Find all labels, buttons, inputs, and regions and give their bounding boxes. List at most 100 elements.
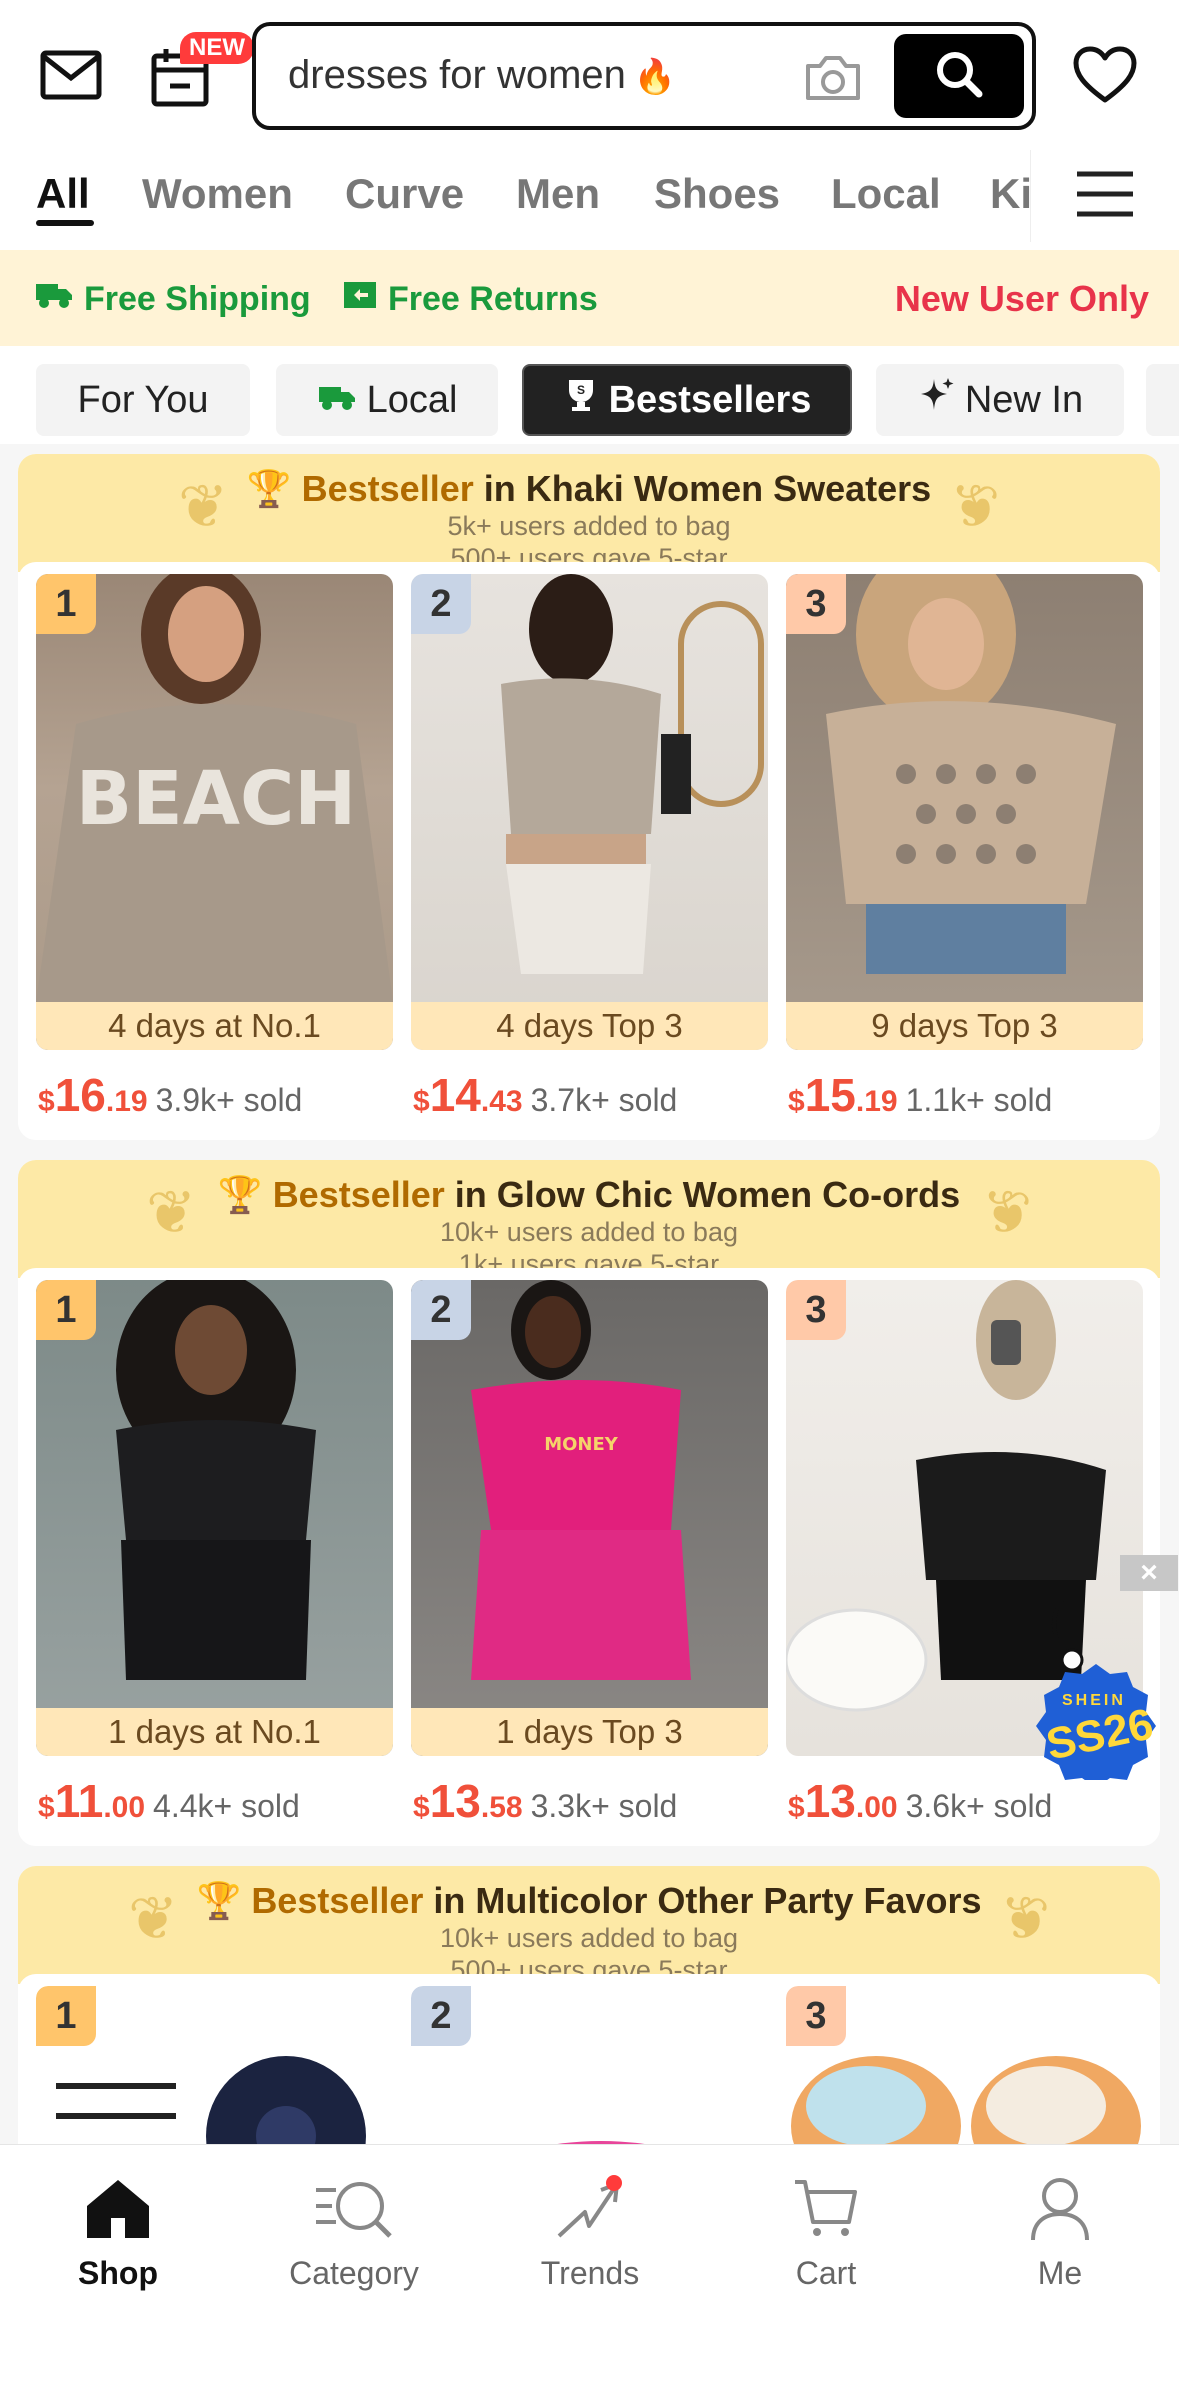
hamburger-menu-icon [1075, 170, 1135, 223]
tab-shoes[interactable]: Shoes [654, 170, 780, 218]
svg-text:BEACH: BEACH [76, 756, 356, 842]
bestseller-section[interactable]: ❦ ❦ 🏆 Bestseller in Glow Chic Women Co-o… [18, 1160, 1160, 1846]
sold-count: 3.6k+ sold [905, 1788, 1053, 1824]
menu-button[interactable] [1030, 150, 1179, 242]
close-promo-badge-button[interactable]: × [1120, 1555, 1178, 1591]
product-price: $16.19 3.9k+ sold [38, 1068, 302, 1122]
price-decimal: .00 [855, 1791, 898, 1824]
bottom-navigation: Shop Category Trends Cart Me [0, 2144, 1179, 2396]
top-header: NEW dresses for women 🔥 [0, 0, 1179, 150]
tab-curve[interactable]: Curve [345, 170, 464, 218]
heart-icon[interactable] [1070, 40, 1140, 110]
chip-label: For You [77, 378, 209, 421]
rank-ribbon: 1 days Top 3 [411, 1708, 768, 1756]
chip-more[interactable] [1146, 364, 1179, 436]
nav-me[interactable]: Me [960, 2169, 1160, 2292]
section-category: in Multicolor Other Party Favors [423, 1880, 982, 1921]
product-price: $15.19 1.1k+ sold [788, 1068, 1052, 1122]
rank-ribbon: 4 days Top 3 [411, 1002, 768, 1050]
cart-icon [786, 2169, 866, 2249]
section-header: ❦ ❦ 🏆 Bestseller in Glow Chic Women Co-o… [18, 1160, 1160, 1278]
sold-count: 3.9k+ sold [155, 1082, 303, 1118]
product-price: $14.43 3.7k+ sold [413, 1068, 677, 1122]
chip-new-in[interactable]: New In [876, 364, 1124, 436]
price-decimal: .00 [103, 1791, 146, 1824]
flame-icon: 🔥 [633, 58, 677, 96]
product-image[interactable]: MONEY 2 1 days Top 3 [411, 1280, 768, 1756]
search-button[interactable] [894, 34, 1024, 118]
sparkle-icon [917, 376, 955, 424]
chip-for-you[interactable]: For You [36, 364, 250, 436]
chip-local[interactable]: Local [276, 364, 498, 436]
section-prefix: Bestseller [251, 1880, 424, 1921]
rank-badge: 3 [786, 1986, 846, 2046]
sold-count: 1.1k+ sold [905, 1082, 1053, 1118]
section-body: BEACH 1 4 days at No.1 $16.19 3.9k+ sold … [18, 562, 1160, 1140]
section-body: 1 2 3 [18, 1974, 1160, 2166]
rank-badge: 3 [786, 1280, 846, 1340]
product-price: $13.58 3.3k+ sold [413, 1774, 677, 1828]
truck-icon [317, 379, 357, 422]
rank-badge: 1 [36, 1280, 96, 1340]
promo-strip[interactable]: Free Shipping Free Returns New User Only [0, 250, 1179, 346]
price-currency: $ [788, 1085, 805, 1118]
tab-all[interactable]: All [36, 170, 90, 218]
trophy-icon: S [563, 378, 599, 422]
nav-trends[interactable]: Trends [490, 2169, 690, 2292]
bestseller-feed: ❦ ❦ 🏆 Bestseller in Khaki Women Sweaters… [0, 444, 1179, 2166]
product-image[interactable]: 2 4 days Top 3 [411, 574, 768, 1050]
sold-count: 3.3k+ sold [530, 1788, 678, 1824]
product-image[interactable]: 2 [411, 1986, 768, 2166]
free-shipping: Free Shipping [34, 280, 311, 319]
rank-ribbon: 9 days Top 3 [786, 1002, 1143, 1050]
nav-category[interactable]: Category [254, 2169, 454, 2292]
tab-women[interactable]: Women [142, 170, 293, 218]
section-header: ❦ ❦ 🏆 Bestseller in Multicolor Other Par… [18, 1866, 1160, 1984]
price-integer: 11 [54, 1775, 104, 1827]
nav-label: Category [289, 2255, 419, 2291]
home-icon [78, 2169, 158, 2249]
rank-badge: 3 [786, 574, 846, 634]
mail-icon[interactable] [36, 40, 106, 110]
chip-bestsellers[interactable]: S Bestsellers [522, 364, 852, 436]
return-box-icon [342, 280, 378, 319]
search-query-text: dresses for women [288, 53, 626, 97]
search-input[interactable]: dresses for women 🔥 [288, 53, 676, 98]
search-bar[interactable]: dresses for women 🔥 [252, 22, 1036, 130]
tab-men[interactable]: Men [516, 170, 600, 218]
svg-text:S: S [577, 383, 585, 397]
product-image[interactable]: BEACH 1 4 days at No.1 [36, 574, 393, 1050]
sold-count: 3.7k+ sold [530, 1082, 678, 1118]
price-integer: 14 [429, 1069, 481, 1121]
price-integer: 13 [804, 1775, 856, 1827]
price-currency: $ [413, 1085, 430, 1118]
rank-ribbon: 4 days at No.1 [36, 1002, 393, 1050]
section-stat-bag: 10k+ users added to bag [440, 1923, 738, 1953]
chip-label: New In [964, 378, 1084, 421]
free-shipping-label: Free Shipping [84, 280, 311, 318]
rank-ribbon: 1 days at No.1 [36, 1708, 393, 1756]
search-icon [933, 48, 985, 105]
tab-local[interactable]: Local [831, 170, 941, 218]
price-decimal: .19 [105, 1085, 148, 1118]
price-currency: $ [788, 1791, 805, 1824]
section-category: in Glow Chic Women Co-ords [444, 1174, 961, 1215]
ss26-promo-badge[interactable]: SHEIN SS26 [1022, 1598, 1178, 1788]
product-image[interactable]: 3 9 days Top 3 [786, 574, 1143, 1050]
bestseller-section[interactable]: ❦ ❦ 🏆 Bestseller in Multicolor Other Par… [18, 1866, 1160, 2166]
bestseller-section[interactable]: ❦ ❦ 🏆 Bestseller in Khaki Women Sweaters… [18, 454, 1160, 1140]
product-image[interactable]: 1 1 days at No.1 [36, 1280, 393, 1756]
price-currency: $ [38, 1085, 55, 1118]
section-title: 🏆 Bestseller in Glow Chic Women Co-ords [18, 1174, 1160, 1216]
product-image[interactable]: 3 [786, 1986, 1143, 2166]
nav-cart[interactable]: Cart [726, 2169, 926, 2292]
tab-kids[interactable]: Ki [990, 170, 1032, 218]
section-header: ❦ ❦ 🏆 Bestseller in Khaki Women Sweaters… [18, 454, 1160, 572]
free-returns-label: Free Returns [388, 280, 598, 318]
product-image[interactable]: 1 [36, 1986, 393, 2166]
price-decimal: .43 [480, 1085, 523, 1118]
category-tabs: All Women Curve Men Shoes Local Ki [0, 150, 1179, 250]
price-currency: $ [38, 1791, 55, 1824]
camera-icon[interactable] [802, 46, 864, 108]
nav-shop[interactable]: Shop [18, 2169, 218, 2292]
